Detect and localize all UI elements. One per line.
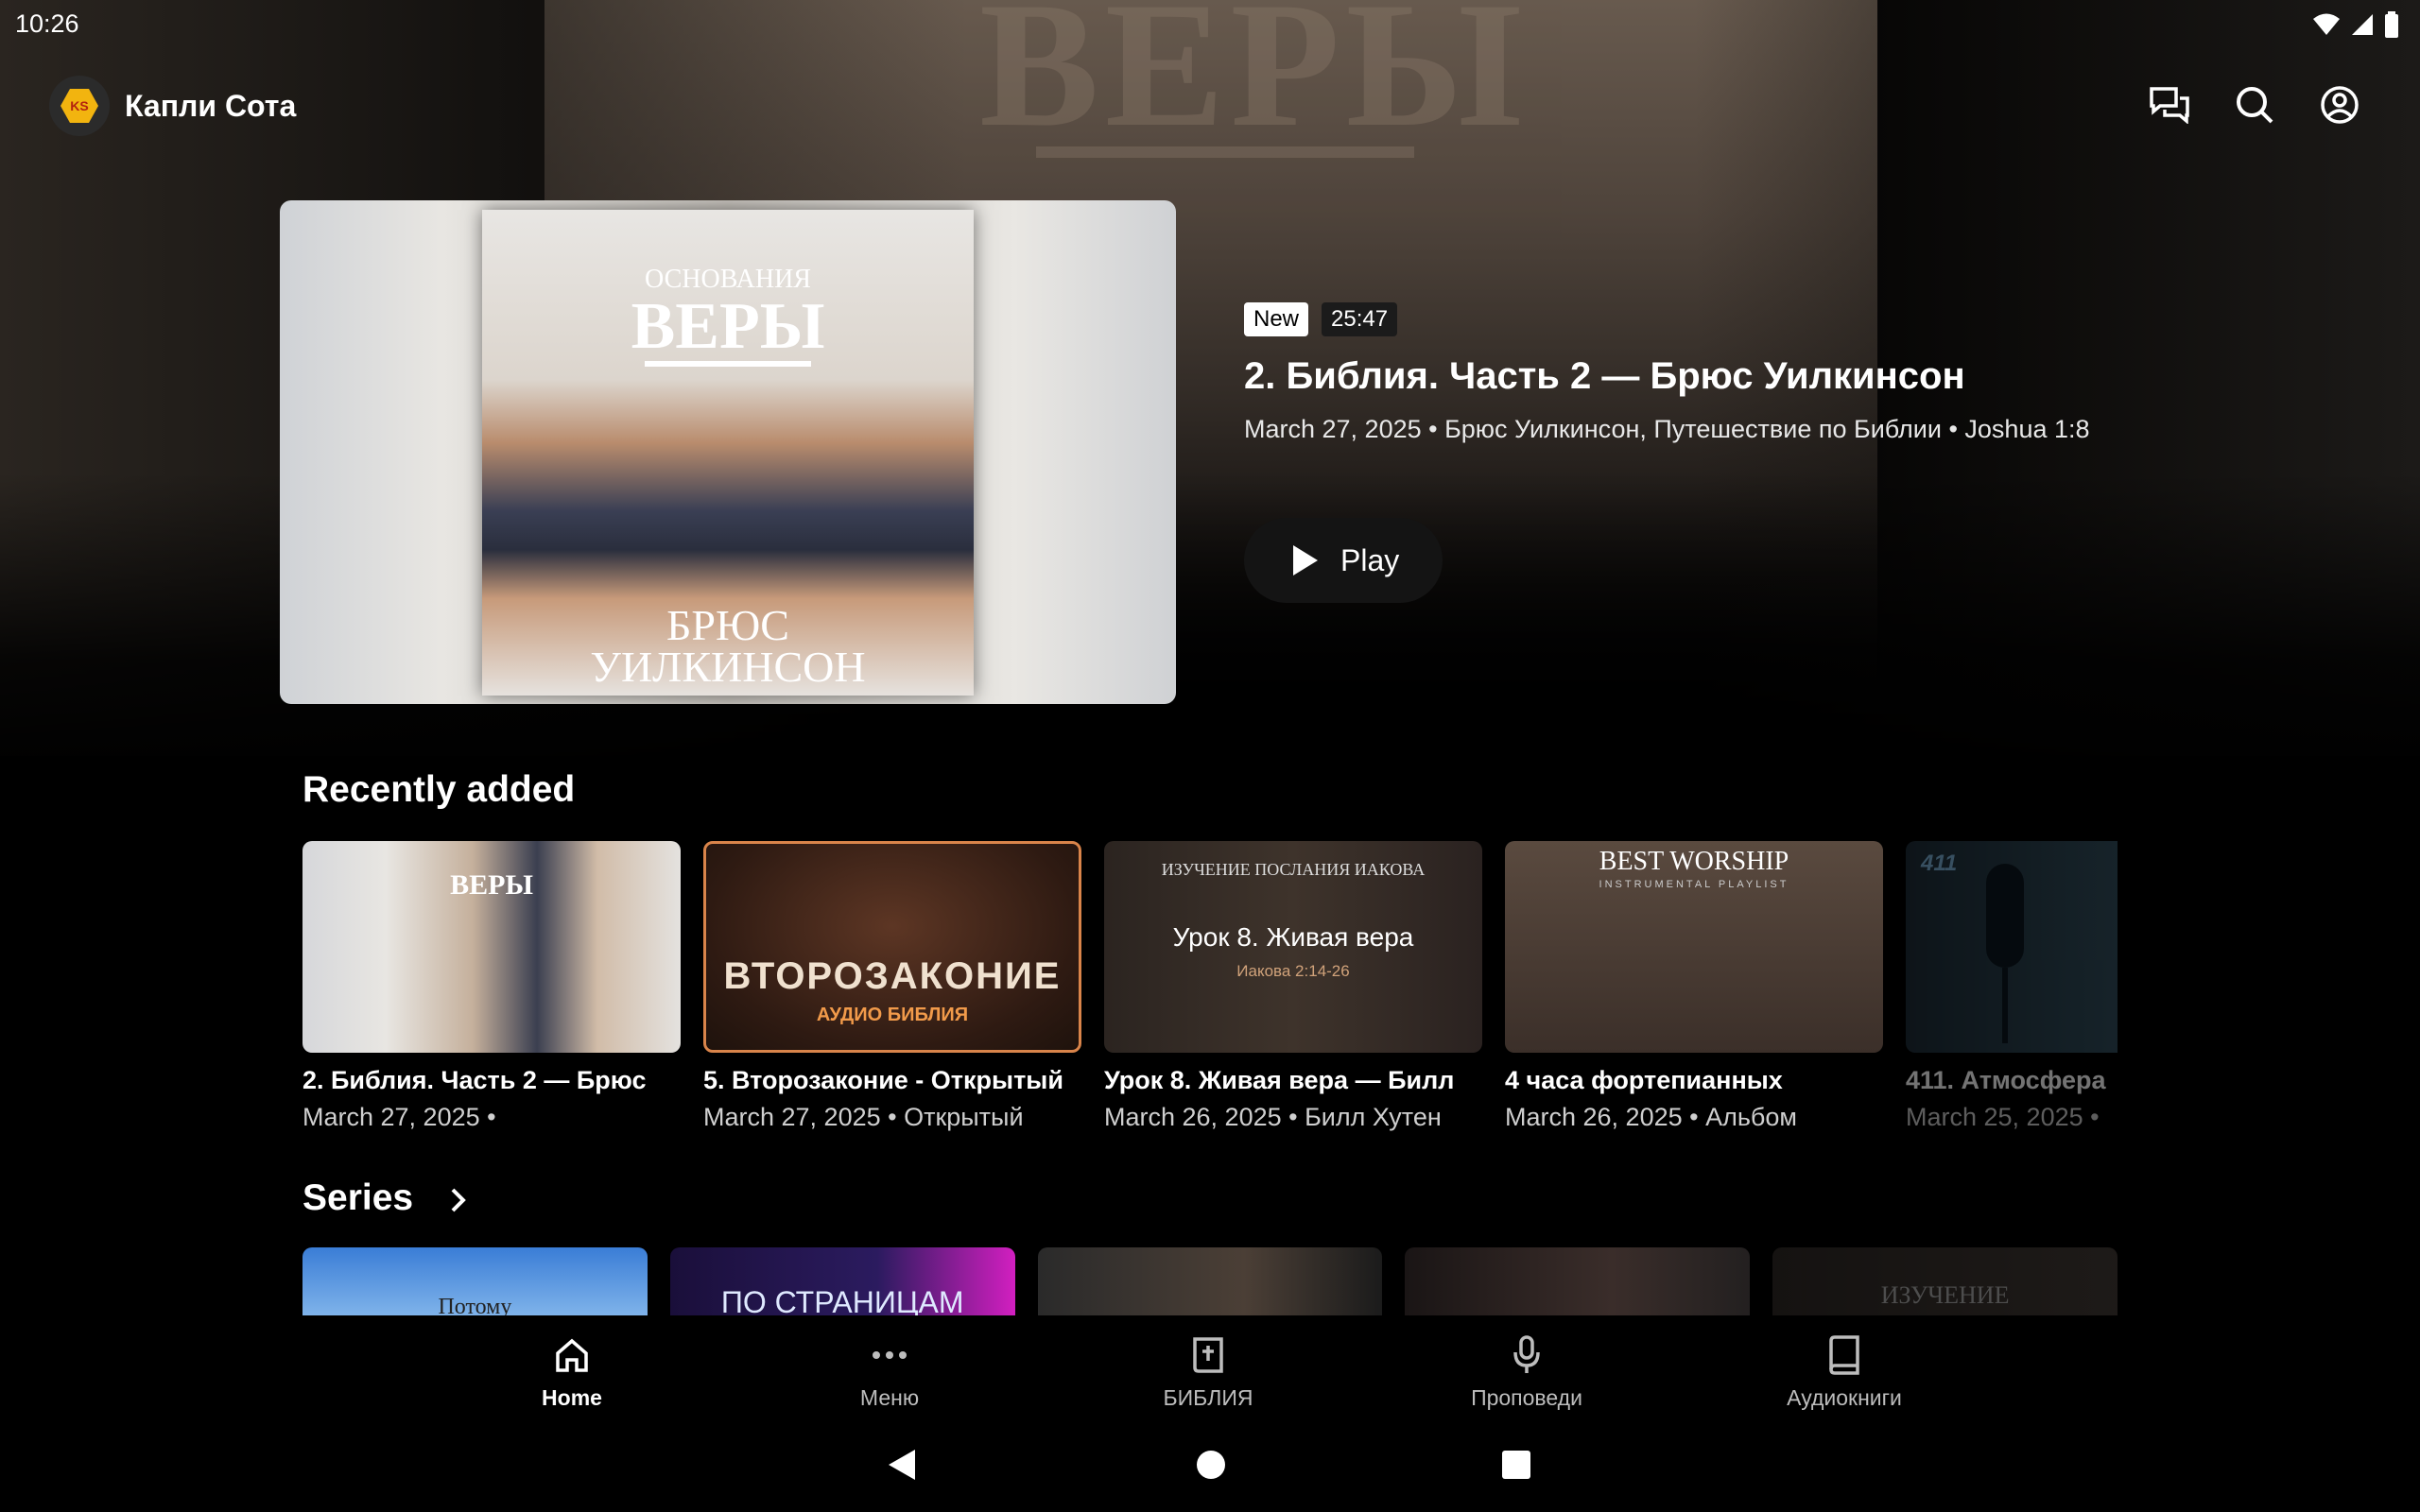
card-thumbnail: 411 bbox=[1906, 841, 2118, 1053]
bible-icon bbox=[1193, 1337, 1223, 1373]
thumb-title: ВТОРОЗАКОНИЕ bbox=[723, 955, 1062, 997]
nav-label: БИБЛИЯ bbox=[1163, 1385, 1253, 1410]
card-meta: March 27, 2025 • Открытый bbox=[703, 1103, 1024, 1131]
media-card[interactable]: ВЕРЫ 2. Библия. Часть 2 — Брюс March 27,… bbox=[302, 841, 681, 1143]
play-icon bbox=[1293, 545, 1318, 576]
duration-badge: 25:47 bbox=[1322, 302, 1398, 336]
nav-label: Home bbox=[542, 1385, 602, 1410]
account-icon bbox=[2321, 86, 2359, 124]
app-bar: KS Капли Сота bbox=[0, 72, 2420, 140]
status-time: 10:26 bbox=[15, 9, 79, 38]
series-row: Потому ПО СТРАНИЦАМ ИЗУЧЕНИЕ bbox=[302, 1247, 2118, 1315]
series-heading-label: Series bbox=[302, 1177, 414, 1218]
media-card[interactable]: 411 411. Атмосфера March 25, 2025 • bbox=[1906, 841, 2118, 1143]
recently-added-row: ВЕРЫ 2. Библия. Часть 2 — Брюс March 27,… bbox=[302, 841, 2118, 1143]
card-title: 2. Библия. Часть 2 — Брюс bbox=[302, 1066, 647, 1094]
system-icons bbox=[2312, 11, 2399, 38]
series-thumb-text: ПО СТРАНИЦАМ bbox=[720, 1285, 964, 1315]
cover-author: БРЮС УИЛКИНСОН bbox=[482, 601, 974, 691]
card-thumbnail: ВТОРОЗАКОНИЕ АУДИО БИБЛИЯ bbox=[703, 841, 1081, 1053]
series-card[interactable]: ПО СТРАНИЦАМ bbox=[669, 1247, 1015, 1315]
media-card[interactable]: ИЗУЧЕНИЕ ПОСЛАНИЯ ИАКОВА Урок 8. Живая в… bbox=[1104, 841, 1482, 1143]
microphone-icon bbox=[1513, 1335, 1540, 1373]
series-card[interactable] bbox=[1405, 1247, 1751, 1315]
thumb-subtitle: Иакова 2:14-26 bbox=[1236, 962, 1350, 980]
top-actions bbox=[2146, 81, 2363, 129]
nav-label: Проповеди bbox=[1471, 1385, 1582, 1410]
series-thumb-text: ИЗУЧЕНИЕ bbox=[1880, 1281, 2010, 1309]
home-circle-icon[interactable] bbox=[1196, 1448, 1226, 1482]
media-card[interactable]: BEST WORSHIP INSTRUMENTAL PLAYLIST 4 час… bbox=[1505, 841, 1883, 1143]
thumb-title: BEST WORSHIP bbox=[1599, 847, 1789, 876]
nav-item-sermons[interactable]: Проповеди bbox=[1432, 1332, 1621, 1411]
app-title: Капли Сота bbox=[125, 89, 297, 123]
card-thumbnail: ИЗУЧЕНИЕ ПОСЛАНИЯ ИАКОВА Урок 8. Живая в… bbox=[1104, 841, 1482, 1053]
hero-meta: March 27, 2025 • Брюс Уилкинсон, Путешес… bbox=[1244, 415, 2090, 443]
microphone-art bbox=[1986, 864, 2024, 1043]
book-icon bbox=[1829, 1335, 1859, 1375]
card-meta: March 26, 2025 • Альбом bbox=[1505, 1103, 1797, 1131]
chat-button[interactable] bbox=[2146, 81, 2193, 129]
card-title: 5. Второзаконие - Открытый bbox=[703, 1066, 1063, 1094]
chat-icon bbox=[2150, 87, 2189, 124]
hero-title[interactable]: 2. Библия. Часть 2 — Брюс Уилкинсон bbox=[1244, 355, 2237, 398]
series-thumb-text: Потому bbox=[438, 1295, 512, 1315]
cover-author-line1: БРЮС bbox=[666, 601, 789, 649]
nav-item-home[interactable]: Home bbox=[477, 1332, 666, 1411]
hero-thumbnail[interactable]: ОСНОВАНИЯ ВЕРЫ БРЮС УИЛКИНСОН bbox=[280, 200, 1176, 704]
chevron-right-icon bbox=[451, 1188, 466, 1212]
thumb-kicker: ИЗУЧЕНИЕ ПОСЛАНИЯ ИАКОВА bbox=[1161, 860, 1426, 879]
app-logo[interactable]: KS bbox=[49, 76, 110, 136]
cellular-icon bbox=[2352, 14, 2373, 35]
card-meta: March 26, 2025 • Билл Хутен bbox=[1104, 1103, 1442, 1131]
hero-info: New 25:47 2. Библия. Часть 2 — Брюс Уилк… bbox=[1244, 302, 2237, 444]
card-thumbnail: BEST WORSHIP INSTRUMENTAL PLAYLIST bbox=[1505, 841, 1883, 1053]
card-meta: March 25, 2025 • bbox=[1906, 1103, 2100, 1131]
thumb-title: Урок 8. Живая вера bbox=[1172, 922, 1414, 952]
series-card[interactable]: Потому bbox=[302, 1247, 648, 1315]
series-heading[interactable]: Series bbox=[302, 1177, 467, 1219]
cover-author-line2: УИЛКИНСОН bbox=[590, 643, 866, 691]
account-button[interactable] bbox=[2316, 81, 2363, 129]
thumb-subtitle: INSTRUMENTAL PLAYLIST bbox=[1599, 879, 1789, 890]
media-card[interactable]: ВТОРОЗАКОНИЕ АУДИО БИБЛИЯ 5. Второзакони… bbox=[703, 841, 1081, 1143]
hero-badges: New 25:47 bbox=[1244, 302, 2237, 336]
nav-item-bible[interactable]: БИБЛИЯ bbox=[1114, 1332, 1303, 1411]
thumb-subtitle: АУДИО БИБЛИЯ bbox=[816, 1005, 969, 1025]
nav-label: Меню bbox=[859, 1385, 920, 1410]
card-thumbnail: ВЕРЫ bbox=[302, 841, 681, 1053]
card-title: Урок 8. Живая вера — Билл bbox=[1104, 1066, 1455, 1094]
card-title: 411. Атмосфера bbox=[1906, 1066, 2106, 1094]
new-badge: New bbox=[1244, 302, 1309, 336]
search-icon bbox=[2237, 87, 2273, 124]
status-bar: 10:26 bbox=[0, 0, 2420, 47]
home-icon bbox=[556, 1338, 588, 1372]
nav-item-menu[interactable]: Меню bbox=[795, 1332, 984, 1411]
card-title: 4 часа фортепианных bbox=[1505, 1066, 1783, 1094]
back-icon[interactable] bbox=[887, 1448, 917, 1482]
series-card[interactable] bbox=[1037, 1247, 1383, 1315]
cover-title: ВЕРЫ bbox=[631, 290, 825, 363]
recents-icon[interactable] bbox=[1501, 1448, 1531, 1482]
play-label: Play bbox=[1340, 542, 1400, 577]
play-button[interactable]: Play bbox=[1244, 518, 1443, 603]
card-meta: March 27, 2025 • bbox=[302, 1103, 496, 1131]
logo-mark: KS bbox=[60, 89, 98, 123]
nav-label: Аудиокниги bbox=[1787, 1385, 1902, 1410]
recently-added-heading: Recently added bbox=[302, 769, 576, 810]
thumb-title: ВЕРЫ bbox=[450, 869, 533, 901]
more-icon bbox=[873, 1351, 907, 1359]
search-button[interactable] bbox=[2231, 81, 2278, 129]
bottom-navigation: Home Меню БИБЛИЯ Проповеди Аудиокниги bbox=[0, 1315, 2420, 1421]
series-card[interactable]: ИЗУЧЕНИЕ bbox=[1772, 1247, 2118, 1315]
hero-cover-art: ОСНОВАНИЯ ВЕРЫ БРЮС УИЛКИНСОН bbox=[482, 210, 974, 696]
system-navigation-bar bbox=[0, 1421, 2420, 1512]
cover-rule bbox=[645, 361, 811, 367]
nav-item-audiobooks[interactable]: Аудиокниги bbox=[1750, 1332, 1939, 1411]
battery-icon bbox=[2385, 11, 2398, 38]
wifi-icon bbox=[2313, 13, 2340, 35]
